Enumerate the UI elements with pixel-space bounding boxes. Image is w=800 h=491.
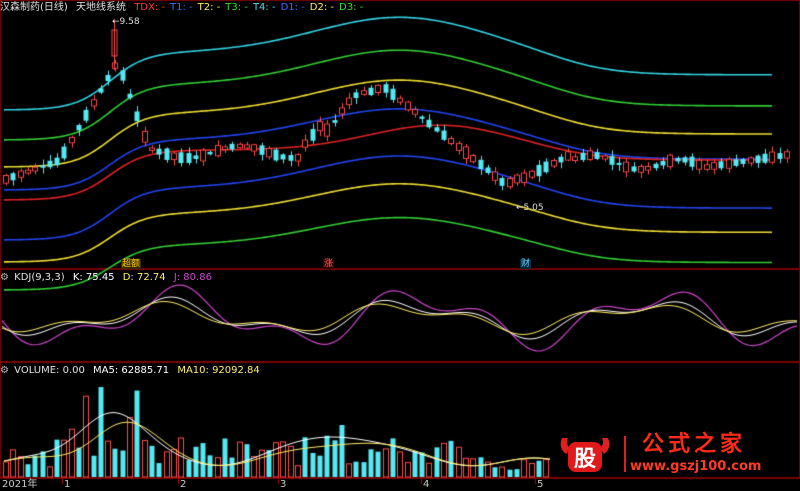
date-axis-month-2: 2 xyxy=(180,479,187,490)
indicator-value: T1: - xyxy=(170,2,193,13)
indicator-value: TDX: - xyxy=(134,2,166,13)
indicator-name[interactable]: 天地线系统 xyxy=(76,2,126,13)
date-axis-month-4: 4 xyxy=(423,479,430,490)
kdj-d-value: D: 72.74 xyxy=(122,272,166,283)
indicator-value: T3: - xyxy=(225,2,248,13)
low-price-marker: ←5.05 xyxy=(516,203,544,213)
indicator-value: D1: - xyxy=(280,2,305,13)
kdj-k-value: K: 75.45 xyxy=(72,272,115,283)
indicator-value: T2: - xyxy=(197,2,221,13)
indicator-value: T4: - xyxy=(252,2,276,13)
bull-logo-icon: 股 xyxy=(560,438,610,472)
collapse-icon[interactable]: ⚙ xyxy=(0,365,9,376)
event-tag-1[interactable]: 超额 xyxy=(121,259,142,269)
high-price-marker: ←9.58 xyxy=(112,17,140,27)
kdj-label[interactable]: KDJ(9,3,3) xyxy=(14,272,64,283)
watermark: 股 公式之家 www.gszj100.com xyxy=(556,432,792,476)
date-axis-year: 2021年 xyxy=(2,479,38,490)
indicator-value-list: TDX: - T1: - T2: - T3: - T4: - D1: - D2: - D3: … xyxy=(134,2,368,13)
watermark-url: www.gszj100.com xyxy=(630,459,762,474)
event-tag-3[interactable]: 财 xyxy=(520,259,532,269)
event-tag-2[interactable]: 涨 xyxy=(323,259,335,269)
watermark-title: 公式之家 xyxy=(642,432,747,457)
stock-chart-canvas[interactable] xyxy=(0,0,800,491)
kdj-panel-header: ⚙ KDJ(9,3,3) K: 75.45 D: 72.74 J: 80.86 xyxy=(0,271,217,285)
svg-text:股: 股 xyxy=(574,447,596,472)
volume-ma5-value: MA5: 62885.71 xyxy=(93,365,170,376)
date-axis-month-3: 3 xyxy=(280,479,287,490)
main-panel-header: 汉森制药(日线) 天地线系统 TDX: - T1: - T2: - T3: - T4: … xyxy=(0,1,373,15)
date-axis-month-1: 1 xyxy=(64,479,71,490)
indicator-value: D2: - xyxy=(309,2,335,13)
collapse-icon[interactable]: ⚙ xyxy=(0,272,9,283)
volume-label[interactable]: VOLUME: 0.00 xyxy=(14,365,85,376)
date-axis-month-5: 5 xyxy=(537,479,544,490)
watermark-divider xyxy=(624,436,626,472)
volume-ma10-value: MA10: 92092.84 xyxy=(177,365,260,376)
kdj-j-value: J: 80.86 xyxy=(173,272,212,283)
indicator-value: D3: - xyxy=(339,2,364,13)
volume-panel-header: ⚙ VOLUME: 0.00 MA5: 62885.71 MA10: 92092… xyxy=(0,364,265,378)
stock-title[interactable]: 汉森制药(日线) xyxy=(0,2,68,13)
